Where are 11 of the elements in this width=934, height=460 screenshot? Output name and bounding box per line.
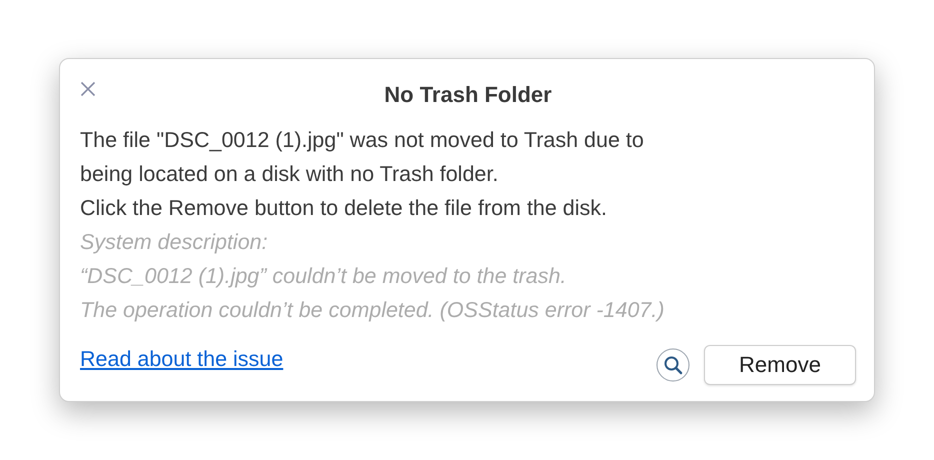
message-text: Click the Remove button to delete the file from the disk.	[80, 195, 608, 222]
help-link[interactable]: Read about the issue	[80, 346, 284, 372]
dialog-title: No Trash Folder	[384, 82, 552, 108]
remove-button[interactable]: Remove	[704, 345, 856, 385]
close-icon[interactable]	[80, 81, 96, 97]
description-text: The operation couldn’t be completed. (OSStatus error -1407.)	[80, 297, 664, 324]
description-text: “DSC_0012 (1).jpg” couldn’t be moved to the trash.	[80, 263, 566, 290]
message-text: The file "DSC_0012 (1).jpg" was not moved to Trash due to	[80, 127, 644, 154]
search-icon[interactable]	[656, 348, 690, 382]
message-text: being located on a disk with no Trash folder.	[80, 161, 498, 188]
description-text: System description:	[80, 229, 268, 256]
